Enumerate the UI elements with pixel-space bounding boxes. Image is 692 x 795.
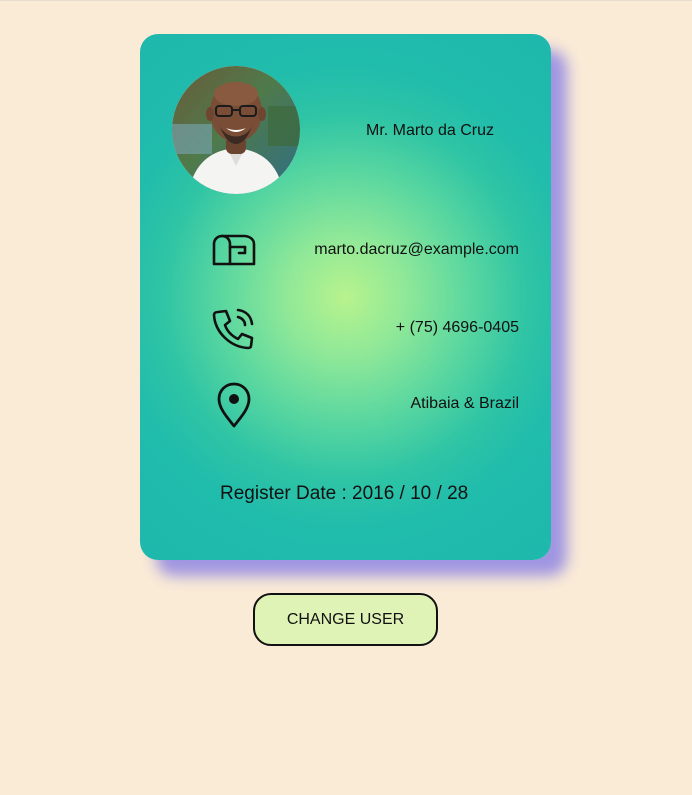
user-name: Mr. Marto da Cruz [366,122,495,139]
profile-photo [172,66,300,194]
location-text: Atibaia & Brazil [410,395,520,412]
phone-ringing-icon [210,304,258,352]
avatar [172,66,300,194]
user-card: Mr. Marto da Cruz marto.dacruz@example.c… [140,34,551,560]
map-pin-icon [210,381,258,429]
phone-text: + (75) 4696-0405 [395,319,519,336]
change-user-button[interactable]: CHANGE USER [253,593,438,646]
register-date: Register Date : 2016 / 10 / 28 [220,483,469,504]
mailbox-icon [210,227,258,275]
email-text: marto.dacruz@example.com [314,241,519,258]
